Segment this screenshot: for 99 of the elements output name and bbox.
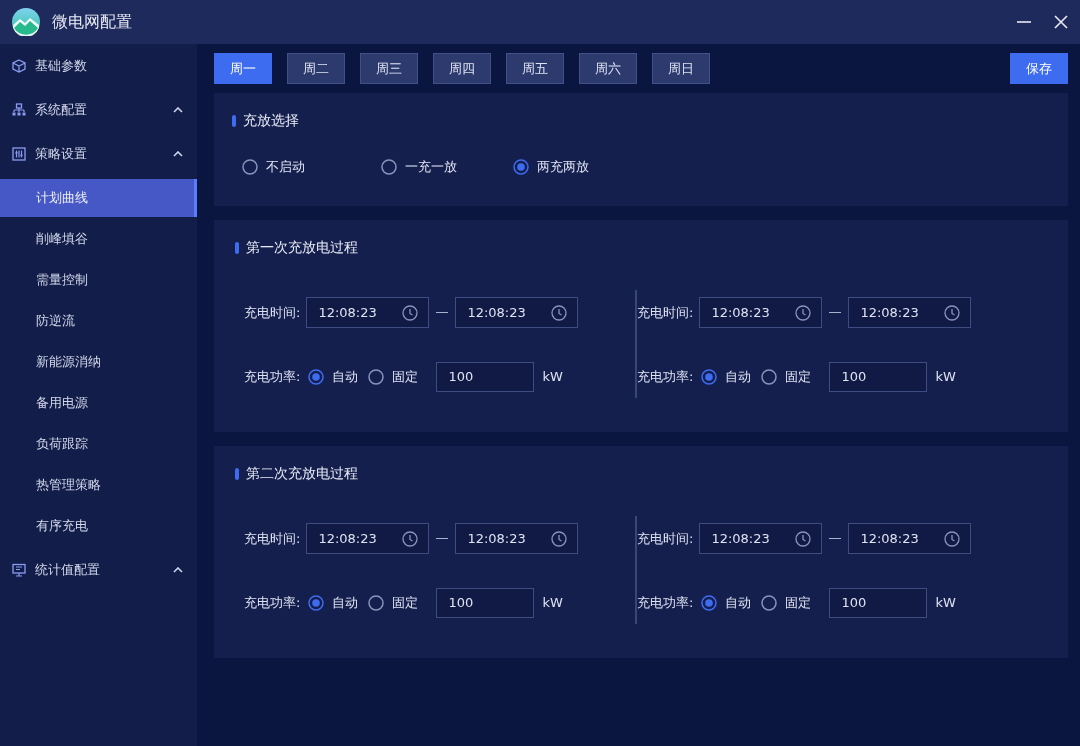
sidebar-item[interactable]: 新能源消纳 xyxy=(0,343,197,381)
field-label: 充电功率: xyxy=(244,367,301,386)
radio-button[interactable] xyxy=(242,159,258,175)
day-tab[interactable]: 周日 xyxy=(652,53,710,84)
time-field[interactable]: 12:08:23 xyxy=(848,523,972,554)
time-field[interactable]: 12:08:23 xyxy=(455,523,579,554)
power-input[interactable]: 100 xyxy=(436,361,535,392)
range-dash xyxy=(829,537,842,540)
sidebar-group[interactable]: 统计值配置 xyxy=(0,548,197,592)
day-tab[interactable]: 周一 xyxy=(214,53,272,84)
radio-label: 不启动 xyxy=(266,158,305,176)
day-tab[interactable]: 周四 xyxy=(433,53,491,84)
menu-icon xyxy=(12,147,26,161)
logo-icon xyxy=(12,8,40,36)
radio-button[interactable] xyxy=(308,594,325,611)
radio-button[interactable] xyxy=(368,594,385,611)
time-field[interactable]: 12:08:23 xyxy=(306,297,430,328)
sidebar-item[interactable]: 计划曲线 xyxy=(0,179,197,217)
clock-icon xyxy=(402,530,419,547)
sidebar-item[interactable]: 热管理策略 xyxy=(0,466,197,504)
radio-label: 固定 xyxy=(392,367,419,386)
sidebar-item[interactable]: 负荷跟踪 xyxy=(0,425,197,463)
radio-label: 固定 xyxy=(392,593,419,612)
sidebar-item[interactable]: 有序充电 xyxy=(0,507,197,545)
unit-label: kW xyxy=(935,595,956,610)
field-label: 充电功率: xyxy=(637,593,694,612)
radio-label: 两充两放 xyxy=(537,158,589,176)
unit-label: kW xyxy=(542,369,563,384)
caret-icon xyxy=(173,107,183,113)
section-marker xyxy=(235,468,239,480)
clock-icon xyxy=(402,304,419,321)
sidebar-group-label: 统计值配置 xyxy=(35,561,101,579)
radio-button[interactable] xyxy=(701,368,718,385)
radio-button[interactable] xyxy=(761,594,778,611)
clock-icon xyxy=(795,304,812,321)
field-label: 充电功率: xyxy=(244,593,301,612)
time-field[interactable]: 12:08:23 xyxy=(306,523,430,554)
range-dash xyxy=(436,537,449,540)
field-label: 充电时间: xyxy=(637,303,694,322)
sidebar-group[interactable]: 基础参数 xyxy=(0,44,197,88)
close-icon[interactable] xyxy=(1054,15,1068,29)
caret-icon xyxy=(173,151,183,157)
radio-button[interactable] xyxy=(308,368,325,385)
clock-icon xyxy=(944,530,961,547)
radio-label: 自动 xyxy=(725,593,752,612)
radio-label: 固定 xyxy=(785,593,812,612)
day-tab[interactable]: 周二 xyxy=(287,53,345,84)
unit-label: kW xyxy=(542,595,563,610)
radio-button[interactable] xyxy=(381,159,397,175)
field-label: 充电功率: xyxy=(637,367,694,386)
clock-icon xyxy=(551,530,568,547)
clock-icon xyxy=(551,304,568,321)
section-title: 第二次充放电过程 xyxy=(246,465,358,483)
day-tab[interactable]: 周五 xyxy=(506,53,564,84)
radio-button[interactable] xyxy=(701,594,718,611)
menu-icon xyxy=(12,59,26,73)
sidebar-item[interactable]: 需量控制 xyxy=(0,261,197,299)
sidebar-group[interactable]: 系统配置 xyxy=(0,88,197,132)
section-marker xyxy=(235,242,239,254)
window-title: 微电网配置 xyxy=(52,11,133,33)
range-dash xyxy=(829,311,842,314)
menu-icon xyxy=(12,563,26,577)
field-label: 充电时间: xyxy=(637,529,694,548)
section-title: 充放选择 xyxy=(243,112,299,130)
time-field[interactable]: 12:08:23 xyxy=(699,297,823,328)
radio-label: 自动 xyxy=(332,593,359,612)
section-title: 第一次充放电过程 xyxy=(246,239,358,257)
radio-button[interactable] xyxy=(761,368,778,385)
day-tab[interactable]: 周六 xyxy=(579,53,637,84)
radio-label: 固定 xyxy=(785,367,812,386)
radio-label: 一充一放 xyxy=(405,158,457,176)
caret-icon xyxy=(173,567,183,573)
clock-icon xyxy=(795,530,812,547)
sidebar-group[interactable]: 策略设置 xyxy=(0,132,197,176)
time-field[interactable]: 12:08:23 xyxy=(699,523,823,554)
radio-button[interactable] xyxy=(368,368,385,385)
sidebar-group-label: 策略设置 xyxy=(35,145,88,163)
sidebar-item[interactable]: 防逆流 xyxy=(0,302,197,340)
day-tab[interactable]: 周三 xyxy=(360,53,418,84)
time-field[interactable]: 12:08:23 xyxy=(848,297,972,328)
time-field[interactable]: 12:08:23 xyxy=(455,297,579,328)
range-dash xyxy=(436,311,449,314)
sidebar-item[interactable]: 备用电源 xyxy=(0,384,197,422)
radio-button[interactable] xyxy=(513,159,529,175)
menu-icon xyxy=(12,103,26,117)
section-marker xyxy=(232,115,236,127)
power-input[interactable]: 100 xyxy=(829,361,928,392)
save-button[interactable]: 保存 xyxy=(1010,53,1068,84)
power-input[interactable]: 100 xyxy=(829,587,928,618)
power-input[interactable]: 100 xyxy=(436,587,535,618)
sidebar-group-label: 系统配置 xyxy=(35,101,88,119)
field-label: 充电时间: xyxy=(244,303,301,322)
radio-label: 自动 xyxy=(332,367,359,386)
field-label: 充电时间: xyxy=(244,529,301,548)
sidebar-group-label: 基础参数 xyxy=(35,57,88,75)
radio-label: 自动 xyxy=(725,367,752,386)
clock-icon xyxy=(944,304,961,321)
sidebar-item[interactable]: 削峰填谷 xyxy=(0,220,197,258)
unit-label: kW xyxy=(935,369,956,384)
